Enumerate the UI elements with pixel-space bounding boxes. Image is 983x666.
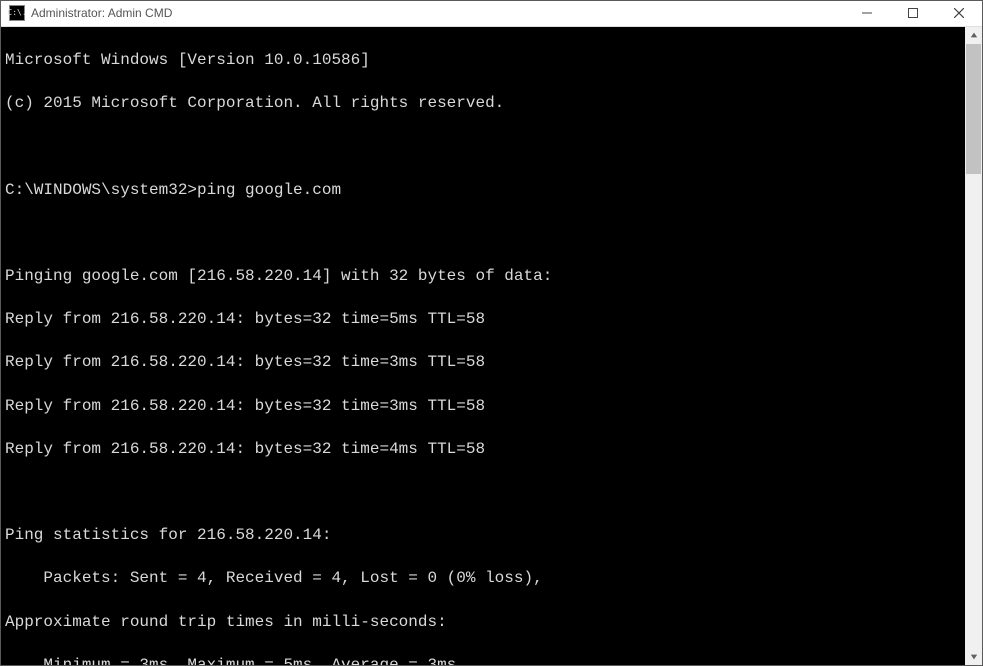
ping-reply: Reply from 216.58.220.14: bytes=32 time=… xyxy=(5,309,963,331)
scroll-down-button[interactable] xyxy=(965,648,982,665)
minimize-button[interactable] xyxy=(844,1,890,26)
rtt-header: Approximate round trip times in milli-se… xyxy=(5,612,963,634)
banner-version: Microsoft Windows [Version 10.0.10586] xyxy=(5,50,963,72)
maximize-icon xyxy=(908,8,918,18)
prompt-path: C:\WINDOWS\system32> xyxy=(5,181,197,199)
scrollbar-thumb[interactable] xyxy=(966,44,981,174)
cmd-window: C:\. Administrator: Admin CMD Microsoft … xyxy=(0,0,983,666)
ping-reply: Reply from 216.58.220.14: bytes=32 time=… xyxy=(5,396,963,418)
ping-reply: Reply from 216.58.220.14: bytes=32 time=… xyxy=(5,439,963,461)
window-controls xyxy=(844,1,982,26)
close-button[interactable] xyxy=(936,1,982,26)
blank-line xyxy=(5,482,963,504)
command-text: ping google.com xyxy=(197,181,341,199)
maximize-button[interactable] xyxy=(890,1,936,26)
stats-header: Ping statistics for 216.58.220.14: xyxy=(5,525,963,547)
cmd-icon-glyph: C:\. xyxy=(7,9,26,17)
close-icon xyxy=(954,8,964,18)
banner-copyright: (c) 2015 Microsoft Corporation. All righ… xyxy=(5,93,963,115)
scrollbar-track[interactable] xyxy=(965,44,982,648)
minimize-icon xyxy=(862,8,872,18)
scroll-up-button[interactable] xyxy=(965,27,982,44)
ping-reply: Reply from 216.58.220.14: bytes=32 time=… xyxy=(5,352,963,374)
terminal-output[interactable]: Microsoft Windows [Version 10.0.10586] (… xyxy=(1,27,965,665)
blank-line xyxy=(5,223,963,245)
window-title: Administrator: Admin CMD xyxy=(31,6,172,20)
ping-header: Pinging google.com [216.58.220.14] with … xyxy=(5,266,963,288)
client-area: Microsoft Windows [Version 10.0.10586] (… xyxy=(1,27,982,665)
vertical-scrollbar[interactable] xyxy=(965,27,982,665)
chevron-up-icon xyxy=(970,31,978,39)
chevron-down-icon xyxy=(970,653,978,661)
prompt-line-1: C:\WINDOWS\system32>ping google.com xyxy=(5,180,963,202)
blank-line xyxy=(5,136,963,158)
rtt-values: Minimum = 3ms, Maximum = 5ms, Average = … xyxy=(5,655,963,665)
titlebar[interactable]: C:\. Administrator: Admin CMD xyxy=(1,1,982,27)
cmd-icon: C:\. xyxy=(9,5,25,21)
stats-packets: Packets: Sent = 4, Received = 4, Lost = … xyxy=(5,568,963,590)
